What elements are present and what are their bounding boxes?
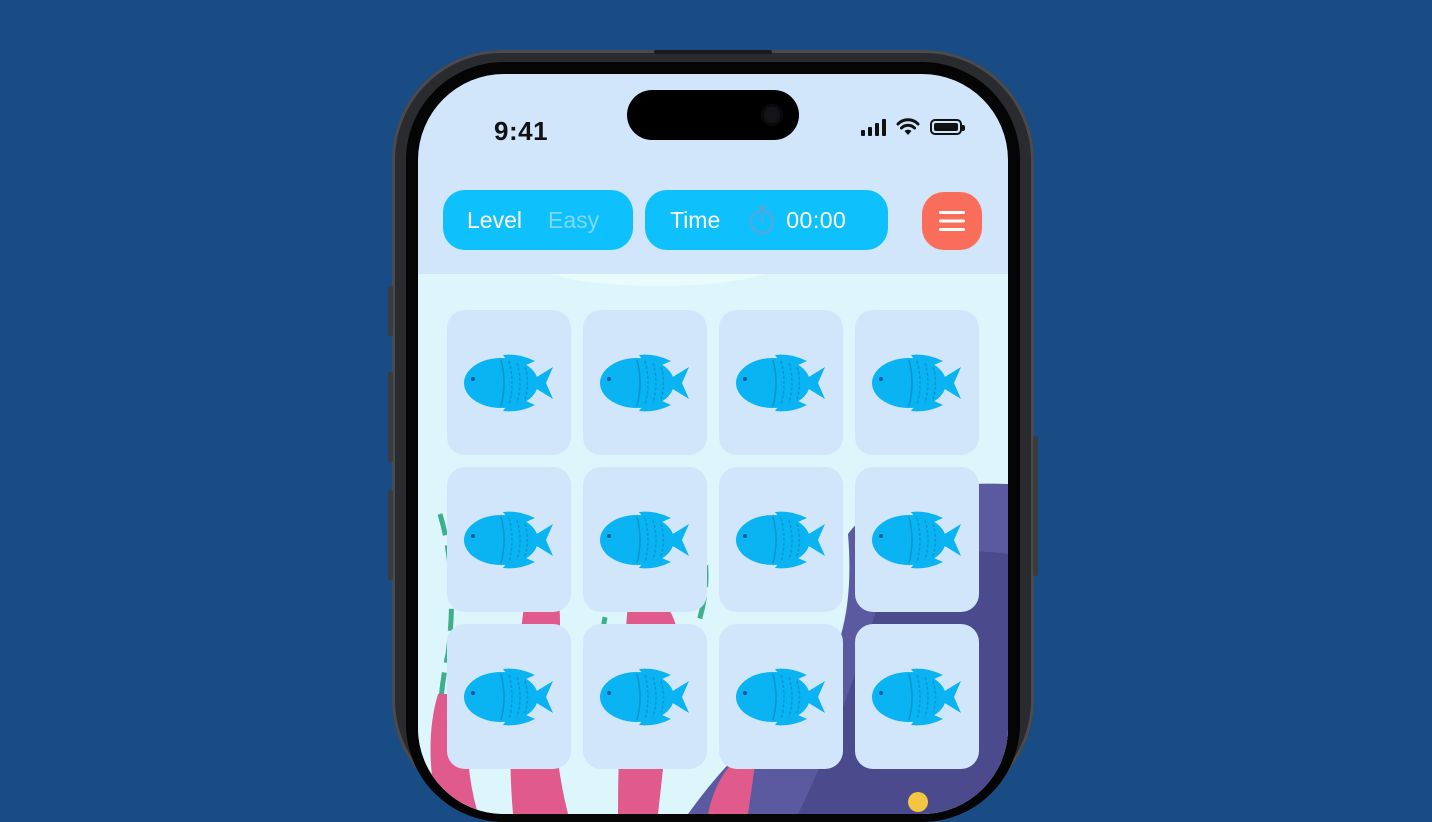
fish-icon [464, 668, 553, 725]
status-time: 9:41 [494, 116, 549, 146]
fish-icon [872, 511, 961, 568]
memory-card[interactable] [855, 624, 979, 769]
menu-button[interactable] [922, 192, 982, 250]
level-pill[interactable]: Level Easy [443, 190, 633, 250]
power-button [1033, 436, 1038, 576]
memory-card[interactable] [719, 310, 843, 455]
memory-card[interactable] [583, 624, 707, 769]
status-bar: 9:41 [418, 74, 1008, 174]
memory-card[interactable] [583, 467, 707, 612]
level-value: Easy [547, 206, 600, 233]
battery-icon [930, 119, 965, 135]
memory-card[interactable] [583, 310, 707, 455]
stopwatch-icon [748, 205, 776, 235]
fish-icon [736, 668, 825, 725]
action-button [388, 286, 393, 336]
volume-down-button [388, 490, 393, 580]
fish-icon [872, 354, 961, 411]
memory-card[interactable] [447, 310, 571, 455]
hamburger-menu-icon [939, 211, 965, 231]
timer-value: 00:00 [786, 206, 847, 233]
fish-icon [736, 354, 825, 411]
front-camera [761, 104, 783, 126]
status-icons [861, 118, 965, 136]
game-header: Level Easy Time 00:00 [418, 174, 1008, 274]
memory-card[interactable] [447, 624, 571, 769]
dynamic-island [627, 90, 799, 140]
memory-card[interactable] [719, 624, 843, 769]
earpiece [654, 50, 772, 54]
fish-icon [600, 511, 689, 568]
cellular-signal-icon [861, 118, 886, 136]
fish-icon [736, 511, 825, 568]
phone-bezel: 9:41 Level Easy Time 00:00 [406, 62, 1020, 822]
fish-icon [464, 354, 553, 411]
wifi-icon [896, 118, 920, 135]
volume-up-button [388, 372, 393, 462]
card-grid [447, 310, 979, 769]
level-label: Level [467, 206, 522, 233]
fish-icon [600, 354, 689, 411]
fish-icon [600, 668, 689, 725]
timer-pill: Time 00:00 [645, 190, 888, 250]
fish-icon [872, 668, 961, 725]
memory-card[interactable] [719, 467, 843, 612]
time-label: Time [670, 206, 721, 233]
phone-frame: 9:41 Level Easy Time 00:00 [388, 50, 1038, 822]
memory-card[interactable] [447, 467, 571, 612]
app-screen: 9:41 Level Easy Time 00:00 [418, 74, 1008, 814]
game-board [418, 274, 1008, 814]
memory-card[interactable] [855, 467, 979, 612]
memory-card[interactable] [855, 310, 979, 455]
fish-icon [464, 511, 553, 568]
